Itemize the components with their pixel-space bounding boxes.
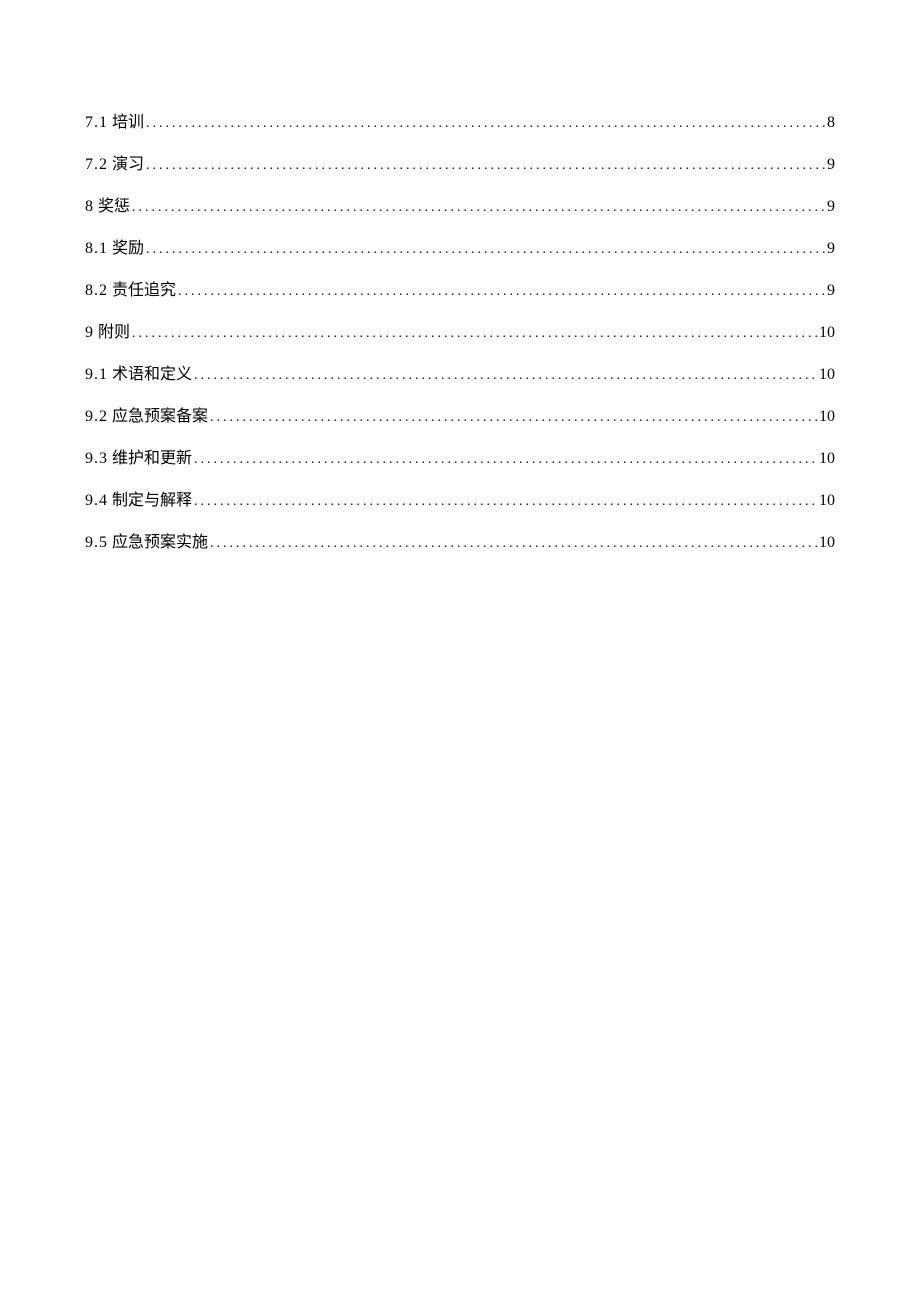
- toc-entry: 9 附则 10: [85, 318, 835, 342]
- toc-entry-label: 9 附则: [85, 318, 130, 342]
- toc-leader-dots: [208, 536, 819, 552]
- toc-page-number: 9: [827, 240, 835, 258]
- toc-entry-label: 8 奖惩: [85, 192, 130, 216]
- toc-page-number: 10: [819, 534, 835, 552]
- toc-leader-dots: [192, 494, 819, 510]
- toc-page-number: 8: [827, 114, 835, 132]
- toc-leader-dots: [130, 200, 827, 216]
- toc-leader-dots: [144, 242, 827, 258]
- toc-leader-dots: [192, 452, 819, 468]
- toc-leader-dots: [176, 284, 827, 300]
- toc-entry-label: 9.4 制定与解释: [85, 486, 192, 510]
- toc-page-number: 10: [819, 366, 835, 384]
- toc-entry-label: 7.2 演习: [85, 150, 144, 174]
- toc-entry: 9.5 应急预案实施 10: [85, 528, 835, 552]
- toc-entry: 9.4 制定与解释 10: [85, 486, 835, 510]
- toc-page-number: 10: [819, 324, 835, 342]
- toc-entry-label: 9.5 应急预案实施: [85, 528, 208, 552]
- toc-page-number: 10: [819, 450, 835, 468]
- toc-page-number: 9: [827, 198, 835, 216]
- toc-leader-dots: [144, 116, 827, 132]
- toc-entry-label: 8.2 责任追究: [85, 276, 176, 300]
- toc-entry: 8.2 责任追究 9: [85, 276, 835, 300]
- toc-entry: 7.2 演习 9: [85, 150, 835, 174]
- toc-page-number: 10: [819, 492, 835, 510]
- toc-entry-label: 9.2 应急预案备案: [85, 402, 208, 426]
- toc-page-number: 9: [827, 282, 835, 300]
- toc-leader-dots: [208, 410, 819, 426]
- toc-page-number: 10: [819, 408, 835, 426]
- toc-entry: 9.3 维护和更新 10: [85, 444, 835, 468]
- toc-leader-dots: [192, 368, 819, 384]
- toc-entry-label: 9.1 术语和定义: [85, 360, 192, 384]
- toc-entry-label: 8.1 奖励: [85, 234, 144, 258]
- toc-entry: 9.1 术语和定义 10: [85, 360, 835, 384]
- toc-container: 7.1 培训 8 7.2 演习 9 8 奖惩 9 8.1 奖励 9 8.2 责任…: [0, 0, 920, 552]
- toc-entry-label: 9.3 维护和更新: [85, 444, 192, 468]
- toc-entry: 8.1 奖励 9: [85, 234, 835, 258]
- toc-entry: 8 奖惩 9: [85, 192, 835, 216]
- toc-leader-dots: [130, 326, 819, 342]
- toc-entry: 9.2 应急预案备案 10: [85, 402, 835, 426]
- toc-entry-label: 7.1 培训: [85, 108, 144, 132]
- toc-entry: 7.1 培训 8: [85, 108, 835, 132]
- toc-page-number: 9: [827, 156, 835, 174]
- toc-leader-dots: [144, 158, 827, 174]
